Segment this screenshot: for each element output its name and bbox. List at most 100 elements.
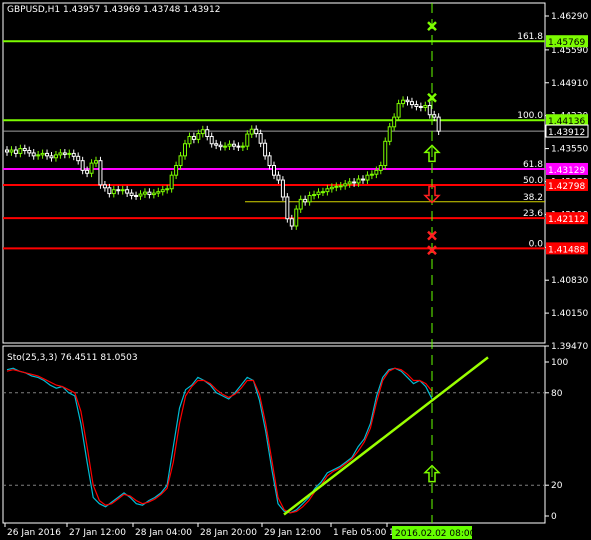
candle-body xyxy=(298,198,303,210)
candle-body xyxy=(334,185,339,188)
candle-body xyxy=(223,145,228,148)
candle-body xyxy=(285,196,290,220)
candle-body xyxy=(409,101,414,106)
candle-body xyxy=(236,145,241,148)
candle-body xyxy=(187,135,192,145)
stoch-tick-label-3: 0 xyxy=(551,512,557,522)
candle-body xyxy=(307,195,312,203)
candle-body xyxy=(231,143,236,147)
candle-body xyxy=(289,218,294,227)
candle-body xyxy=(254,128,259,135)
candle-body xyxy=(209,135,214,145)
candle-body xyxy=(294,208,299,227)
candle-body xyxy=(267,155,272,167)
symbol-header: GBPUSD,H1 1.43957 1.43969 1.43748 1.4391… xyxy=(7,5,220,15)
candle-body xyxy=(169,174,174,190)
candle-body xyxy=(369,173,374,176)
candle-body xyxy=(142,191,147,195)
candle-body xyxy=(401,99,406,105)
candle-body xyxy=(258,133,263,144)
candle-body xyxy=(276,174,281,181)
candle-body xyxy=(338,185,343,188)
candle-body xyxy=(18,148,23,154)
cursor-time-label: 2016.02.02 08:00 xyxy=(395,529,476,539)
candle-body xyxy=(120,189,125,192)
candle-body xyxy=(205,129,210,137)
fib-ratio-label-0: 161.8 xyxy=(517,32,543,42)
candle-body xyxy=(102,184,107,189)
time-tick-label-0: 26 Jan 2016 xyxy=(7,528,61,538)
candle-body xyxy=(98,160,103,186)
candle-body xyxy=(111,189,116,195)
stoch-tick-label-0: 100 xyxy=(551,358,568,368)
candle-body xyxy=(151,192,156,196)
candle-body xyxy=(249,128,254,135)
candle-body xyxy=(418,105,423,108)
candle-body xyxy=(174,165,179,176)
candle-body xyxy=(67,152,72,155)
candle-body xyxy=(36,154,41,157)
chart-svg[interactable]: 1.462901.455901.449101.442301.435501.428… xyxy=(0,0,591,540)
price-tick-label-9: 1.40150 xyxy=(551,309,588,319)
candle-body xyxy=(245,133,250,147)
fib-ratio-label-6: 0.0 xyxy=(529,239,544,249)
candle-body xyxy=(227,143,232,147)
candle-body xyxy=(312,194,317,197)
candle-body xyxy=(343,183,348,187)
candle-body xyxy=(214,143,219,146)
candle-body xyxy=(31,152,36,157)
candle-body xyxy=(147,191,152,196)
price-tick-label-10: 1.39470 xyxy=(551,342,588,352)
candle-body xyxy=(356,178,361,184)
time-tick-label-2: 28 Jan 04:00 xyxy=(135,528,192,538)
fib-price-label-2: 1.43129 xyxy=(548,166,585,176)
candle-body xyxy=(178,155,183,167)
candle-body xyxy=(280,179,285,198)
candle-body xyxy=(71,152,76,157)
candle-body xyxy=(272,165,276,176)
candle-body xyxy=(156,191,161,194)
candle-body xyxy=(134,195,139,198)
candle-body xyxy=(89,162,94,174)
fib-price-label-3: 1.42798 xyxy=(548,182,585,192)
candle-body xyxy=(80,160,85,171)
candle-body xyxy=(218,144,223,148)
candle-body xyxy=(107,187,112,195)
candle-body xyxy=(85,169,90,174)
candle-body xyxy=(392,116,397,128)
candle-body xyxy=(325,188,330,193)
candle-body xyxy=(129,192,134,197)
indicator-header: Sto(25,3,3) 76.4511 81.0503 xyxy=(7,353,138,363)
candle-body xyxy=(116,189,121,192)
candle-body xyxy=(5,149,9,153)
stoch-tick-label-1: 80 xyxy=(551,389,563,399)
candle-body xyxy=(138,193,143,197)
candle-body xyxy=(49,155,54,159)
price-tick-label-8: 1.40830 xyxy=(551,276,588,286)
candle-body xyxy=(320,191,325,194)
candle-body xyxy=(196,133,201,140)
candle-body xyxy=(432,114,437,118)
candle-body xyxy=(374,169,379,175)
candle-body xyxy=(423,105,428,108)
candle-body xyxy=(352,181,357,184)
price-tick-label-2: 1.44910 xyxy=(551,79,588,89)
fib-price-label-0: 1.45769 xyxy=(548,38,585,48)
candle-body xyxy=(263,142,268,157)
fib-ratio-label-4: 38.2 xyxy=(523,193,543,203)
candle-body xyxy=(62,152,67,155)
time-tick-label-1: 27 Jan 12:00 xyxy=(69,528,126,538)
candle-body xyxy=(191,135,196,140)
candle-body xyxy=(200,129,205,135)
candle-body xyxy=(45,152,50,157)
candle-body xyxy=(183,143,187,157)
current-price-label: 1.43912 xyxy=(548,128,585,138)
candle-body xyxy=(160,189,165,193)
stoch-tick-label-2: 20 xyxy=(551,481,563,491)
candle-body xyxy=(347,181,352,185)
candle-body xyxy=(13,149,18,154)
candle-body xyxy=(378,165,383,171)
time-tick-label-3: 28 Jan 20:00 xyxy=(200,528,257,538)
candle-body xyxy=(76,155,81,162)
candle-body xyxy=(316,191,321,196)
